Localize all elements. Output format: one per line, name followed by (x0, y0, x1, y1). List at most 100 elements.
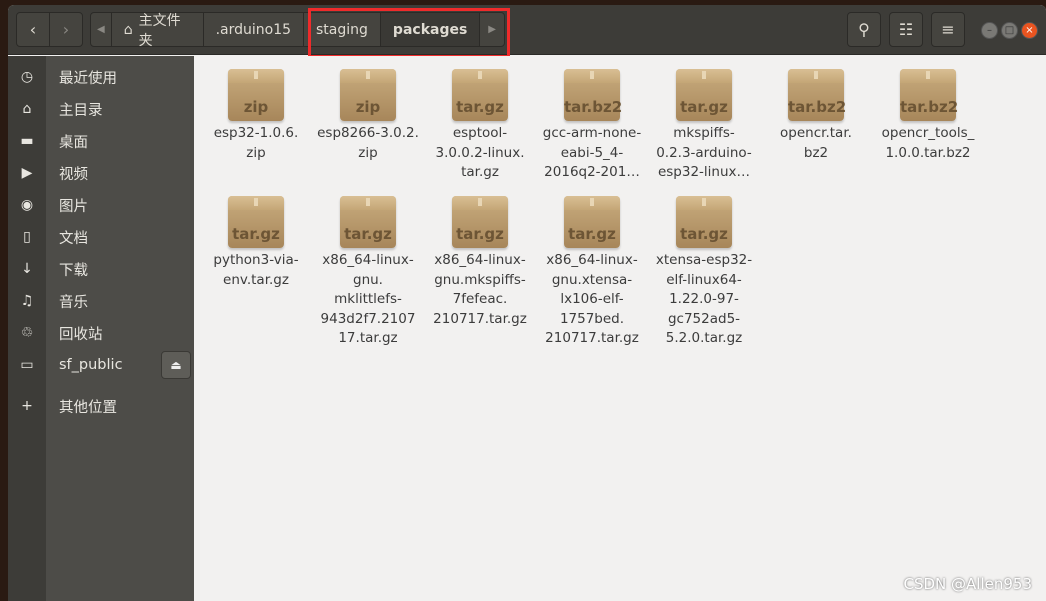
sidebar-item-label: 图片 (59, 198, 88, 215)
file-item[interactable]: tar.gz x86_64-linux-gnu.mkspiffs- 7fefeac.… (428, 183, 532, 329)
sidebar-item-downloads[interactable]: ↓ 下载 (8, 254, 194, 284)
sidebar-item-label: 视频 (59, 166, 88, 183)
file-name-line: bz2 (803, 144, 829, 161)
file-item[interactable]: zip esp8266-3.0.2. zip (316, 56, 420, 163)
list-view-icon: ☷ (898, 20, 914, 39)
sidebar-item-pictures[interactable]: ◉ 图片 (8, 190, 194, 220)
file-name-line: esp32-linux… (657, 164, 751, 180)
eject-icon: ⏏ (170, 358, 182, 372)
file-type-label: tar.gz (232, 224, 280, 243)
file-name-line: 3.0.0.2-linux. (435, 144, 525, 161)
file-name-line: xtensa-esp32- (655, 252, 753, 268)
menu-button[interactable]: ≡ (931, 12, 965, 47)
desktop-icon: ▬ (20, 133, 34, 149)
file-item[interactable]: tar.gz mkspiffs- 0.2.3-arduino-esp32-linux… (652, 56, 756, 183)
file-name-line: gnu.mkspiffs- (434, 271, 526, 288)
maximize-button[interactable]: □ (1001, 22, 1018, 39)
file-manager-window: ‹ › ◀ ⌂ 主文件夹 .arduino15 staging packages … (8, 5, 1046, 601)
file-name-line: esptool- (452, 125, 508, 141)
archive-icon: tar.bz2 (788, 69, 847, 121)
downloads-icon: ↓ (21, 261, 33, 277)
file-item[interactable]: tar.bz2 opencr_tools_ 1.0.0.tar.bz2 (876, 56, 980, 163)
close-button[interactable]: × (1021, 22, 1038, 39)
file-type-label: tar.gz (456, 224, 504, 243)
file-name-line: 0.2.3-arduino- (656, 144, 752, 161)
file-name-line: zip (358, 144, 378, 161)
highlight-box (308, 8, 510, 58)
sidebar-item-label: 音乐 (59, 294, 88, 311)
file-name-line: zip (246, 144, 266, 161)
forward-button[interactable]: › (49, 12, 83, 47)
breadcrumb-arduino15[interactable]: .arduino15 (204, 13, 305, 46)
file-item[interactable]: tar.gz xtensa-esp32- elf-linux64- 1.22.0-97… (652, 183, 756, 349)
breadcrumb-scroll-left[interactable]: ◀ (91, 13, 112, 46)
sidebar-item-label: sf_public (59, 357, 123, 373)
file-item[interactable]: tar.gz x86_64-linux-gnu. mklittlefs- 943d2f… (316, 183, 420, 349)
archive-icon: tar.gz (452, 196, 508, 248)
file-name-line: x86_64-linux- (434, 252, 526, 268)
file-name-line: eabi-5_4- (560, 144, 624, 161)
pictures-icon: ◉ (20, 197, 34, 213)
header-bar: ‹ › ◀ ⌂ 主文件夹 .arduino15 staging packages … (8, 5, 1046, 58)
file-name-line: gcc-arm-none- (542, 125, 642, 141)
archive-icon: tar.gz (676, 69, 732, 121)
sidebar-item-music[interactable]: ♫ 音乐 (8, 286, 194, 316)
view-toggle-button[interactable]: ☷ (889, 12, 923, 47)
sidebar-item-label: 最近使用 (59, 70, 117, 87)
file-name-line: esp32-1.0.6. (213, 125, 299, 141)
sidebar-item-home[interactable]: ⌂ 主目录 (8, 94, 194, 124)
file-name-line: 943d2f7.2107 (320, 310, 416, 327)
archive-icon: zip (340, 69, 396, 121)
eject-button[interactable]: ⏏ (161, 351, 191, 379)
file-item[interactable]: tar.gz x86_64-linux-gnu.xtensa-lx106-elf-… (540, 183, 644, 349)
file-name-line: elf-linux64- (666, 271, 742, 288)
hamburger-icon: ≡ (941, 20, 955, 39)
sidebar-item-other-locations[interactable]: + 其他位置 (8, 391, 194, 421)
back-button[interactable]: ‹ (16, 12, 50, 47)
file-type-label: tar.gz (568, 224, 616, 243)
search-button[interactable]: ⚲ (847, 12, 881, 47)
file-item[interactable]: tar.gz esptool- 3.0.0.2-linux. tar.gz (428, 56, 532, 183)
file-name-line: 210717.tar.gz (545, 330, 639, 346)
file-name-line: python3-via- (213, 252, 299, 268)
file-type-label: tar.gz (344, 224, 392, 243)
minimize-button[interactable]: – (981, 22, 998, 39)
file-item[interactable]: tar.gz python3-via-env.tar.gz (204, 183, 308, 290)
file-type-label: tar.bz2 (788, 97, 847, 116)
file-name-line: 1.0.0.tar.bz2 (885, 144, 971, 161)
sidebar-item-recent[interactable]: ◷ 最近使用 (8, 62, 194, 92)
file-type-label: zip (243, 97, 269, 116)
sidebar-item-trash[interactable]: ♲ 回收站 (8, 318, 194, 348)
file-item[interactable]: tar.bz2 opencr.tar. bz2 (764, 56, 868, 163)
archive-icon: tar.gz (676, 196, 732, 248)
file-name-line: 2016q2-201… (544, 164, 640, 180)
sidebar-item-documents[interactable]: ▯ 文档 (8, 222, 194, 252)
home-icon: ⌂ (22, 101, 32, 117)
file-name-line: 5.2.0.tar.gz (665, 330, 743, 346)
file-item[interactable]: tar.bz2 gcc-arm-none-eabi-5_4- 2016q2-201… (540, 56, 644, 183)
sf-public-icon: ▭ (20, 357, 34, 373)
file-name-line: esp8266-3.0.2. (317, 125, 419, 141)
archive-icon: tar.gz (564, 196, 620, 248)
file-name-line: x86_64-linux- (322, 252, 414, 268)
trash-icon: ♲ (20, 325, 34, 341)
music-icon: ♫ (20, 293, 34, 309)
file-name-line: gnu. (353, 271, 383, 288)
sidebar-item-label: 文档 (59, 230, 88, 247)
videos-icon: ▶ (21, 165, 33, 181)
sidebar-item-videos[interactable]: ▶ 视频 (8, 158, 194, 188)
other-locations-icon: + (21, 398, 33, 414)
breadcrumb-home-label: 主文件夹 (138, 12, 181, 49)
breadcrumb-home[interactable]: ⌂ 主文件夹 (112, 13, 204, 49)
search-icon: ⚲ (858, 20, 870, 39)
archive-icon: tar.bz2 (900, 69, 959, 121)
file-type-label: tar.gz (456, 97, 504, 116)
file-type-label: tar.gz (680, 224, 728, 243)
file-item[interactable]: zip esp32-1.0.6. zip (204, 56, 308, 163)
sidebar-item-desktop[interactable]: ▬ 桌面 (8, 126, 194, 156)
file-name-line: tar.gz (461, 164, 499, 180)
archive-icon: zip (228, 69, 284, 121)
file-type-label: tar.bz2 (900, 97, 959, 116)
sidebar-item-sf-public[interactable]: ▭ sf_public ⏏ (8, 350, 194, 380)
file-name-line: mkspiffs- (673, 125, 735, 141)
